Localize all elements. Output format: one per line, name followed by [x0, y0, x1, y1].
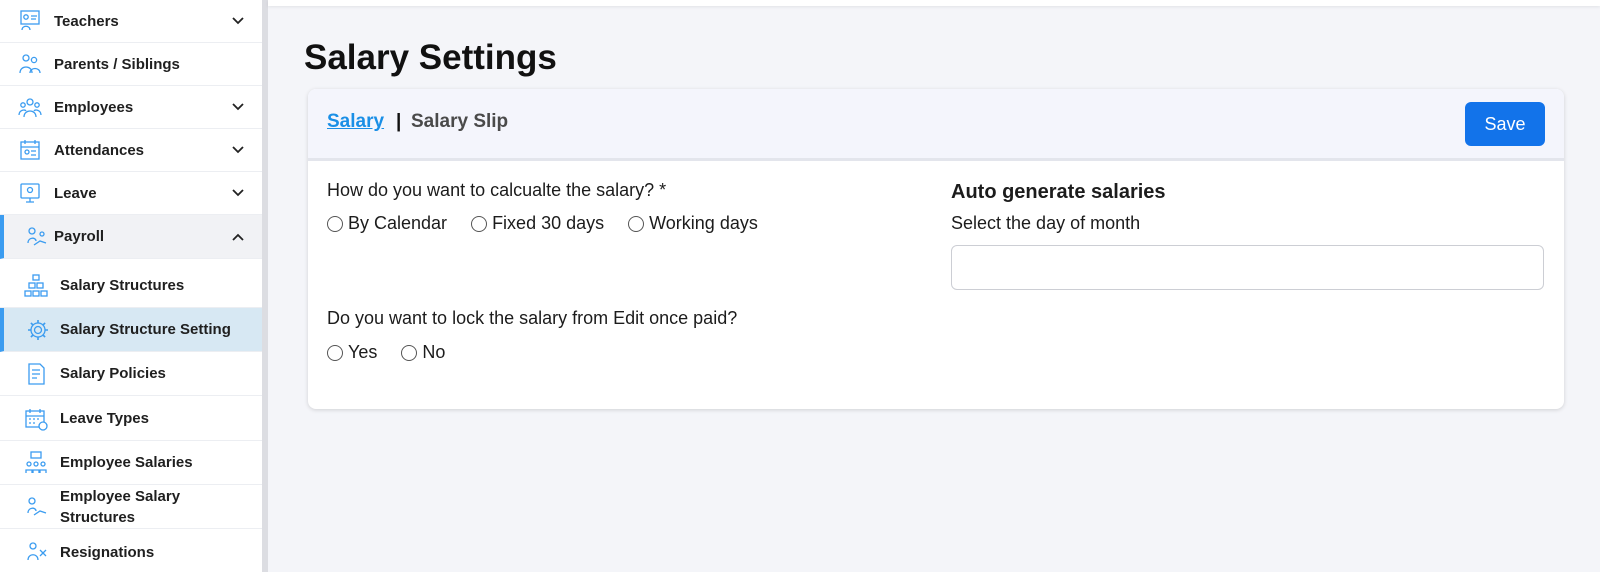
- sidebar-subitem-leave-types[interactable]: Leave Types: [0, 397, 262, 441]
- salary-structure-icon: [27, 497, 47, 516]
- auto-generate-title: Auto generate salaries: [951, 181, 1166, 203]
- sidebar-item-attendances[interactable]: Attendances: [0, 129, 262, 172]
- tab-salary-slip[interactable]: Salary Slip: [411, 111, 508, 133]
- top-bar: [268, 0, 1600, 6]
- radio-label: Yes: [348, 342, 378, 362]
- lock-salary-question: Do you want to lock the salary from Edit…: [327, 308, 738, 328]
- sidebar-subitem-label: Employee Salary Structures: [60, 487, 181, 526]
- tab-separator: |: [396, 111, 402, 132]
- salary-settings-card: Salary | Salary Slip Save How do you wan…: [308, 89, 1564, 409]
- radio-by-calendar[interactable]: [327, 215, 343, 232]
- parents-icon: [19, 54, 41, 74]
- sidebar-subitem-label: Leave Types: [60, 410, 149, 427]
- chevron-down-icon[interactable]: [230, 13, 246, 29]
- sidebar-subitem-resignations[interactable]: Resignations: [0, 530, 262, 572]
- leave-icon: [20, 183, 40, 203]
- radio-option-fixed-30-days[interactable]: Fixed 30 days: [471, 213, 604, 234]
- chevron-down-icon[interactable]: [230, 142, 246, 158]
- attendances-icon: [20, 140, 40, 160]
- sidebar-subitem-salary-policies[interactable]: Salary Policies: [0, 352, 262, 396]
- radio-label: By Calendar: [348, 213, 448, 233]
- sidebar-subitem-label: Resignations: [60, 543, 155, 561]
- resignation-icon: [27, 542, 47, 561]
- sidebar-item-label: Employees: [54, 98, 134, 116]
- team-salary-icon: [25, 451, 47, 473]
- employees-icon: [18, 98, 42, 118]
- radio-option-no[interactable]: No: [401, 342, 445, 363]
- sidebar-subitem-employee-salary-structures[interactable]: Employee Salary Structures: [0, 485, 262, 529]
- sidebar-item-leave[interactable]: Leave: [0, 172, 262, 215]
- sidebar-item-payroll[interactable]: Payroll: [0, 215, 262, 259]
- radio-fixed-30-days[interactable]: [471, 215, 488, 232]
- sidebar-item-label: Parents / Siblings: [54, 55, 180, 73]
- save-button[interactable]: Save: [1465, 102, 1545, 146]
- sidebar-item-teachers[interactable]: Teachers: [0, 0, 262, 43]
- sidebar-subitem-salary-structures[interactable]: Salary Structures: [0, 264, 262, 308]
- sidebar-subitem-label: Salary Policies: [60, 365, 166, 382]
- teachers-icon: [20, 10, 40, 31]
- day-of-month-input[interactable]: [951, 245, 1544, 290]
- radio-option-by-calendar[interactable]: By Calendar: [327, 213, 447, 234]
- sidebar-item-label: Teachers: [54, 12, 119, 30]
- radio-yes[interactable]: [327, 344, 343, 361]
- sidebar-subitem-label: Employee Salaries: [60, 454, 193, 471]
- sidebar-scrollbar[interactable]: [262, 0, 268, 572]
- lock-salary-options: Yes No: [327, 342, 469, 363]
- radio-option-yes[interactable]: Yes: [327, 342, 377, 363]
- calendar-icon: [25, 409, 48, 431]
- sidebar-subitem-label: Salary Structures: [60, 277, 185, 294]
- tab-salary[interactable]: Salary: [327, 111, 384, 133]
- sidebar-subitem-employee-salaries[interactable]: Employee Salaries: [0, 441, 262, 485]
- page-title: Salary Settings: [304, 38, 557, 77]
- app: Teachers Parents / Siblings Employees At…: [0, 0, 1600, 572]
- sidebar-item-employees[interactable]: Employees: [0, 86, 262, 129]
- chevron-up-icon[interactable]: [230, 229, 246, 245]
- sidebar-subitem-salary-structure-setting[interactable]: Salary Structure Setting: [0, 308, 262, 352]
- payroll-icon: [27, 227, 47, 246]
- policy-document-icon: [28, 363, 45, 385]
- sidebar-item-parents-siblings[interactable]: Parents / Siblings: [0, 43, 262, 86]
- calc-method-options: By Calendar Fixed 30 days Working days: [327, 213, 782, 234]
- radio-label: Fixed 30 days: [492, 213, 605, 233]
- radio-label: No: [422, 342, 446, 362]
- gear-icon: [28, 320, 48, 340]
- chevron-down-icon[interactable]: [230, 99, 246, 115]
- radio-no[interactable]: [401, 344, 418, 361]
- sidebar-item-label: Leave: [54, 184, 97, 202]
- radio-option-working-days[interactable]: Working days: [628, 213, 758, 234]
- radio-working-days[interactable]: [628, 215, 645, 232]
- sidebar-item-label: Attendances: [54, 141, 145, 159]
- sidebar-subitem-label: Salary Structure Setting: [60, 321, 231, 338]
- day-of-month-label: Select the day of month: [951, 213, 1141, 233]
- org-chart-icon: [24, 274, 48, 297]
- sidebar: Teachers Parents / Siblings Employees At…: [0, 0, 264, 572]
- chevron-down-icon[interactable]: [230, 185, 246, 201]
- sidebar-item-label: Payroll: [54, 228, 105, 245]
- card-header: Salary | Salary Slip Save: [308, 89, 1564, 161]
- radio-label: Working days: [649, 213, 758, 233]
- calc-method-question: How do you want to calcualte the salary?…: [327, 180, 667, 200]
